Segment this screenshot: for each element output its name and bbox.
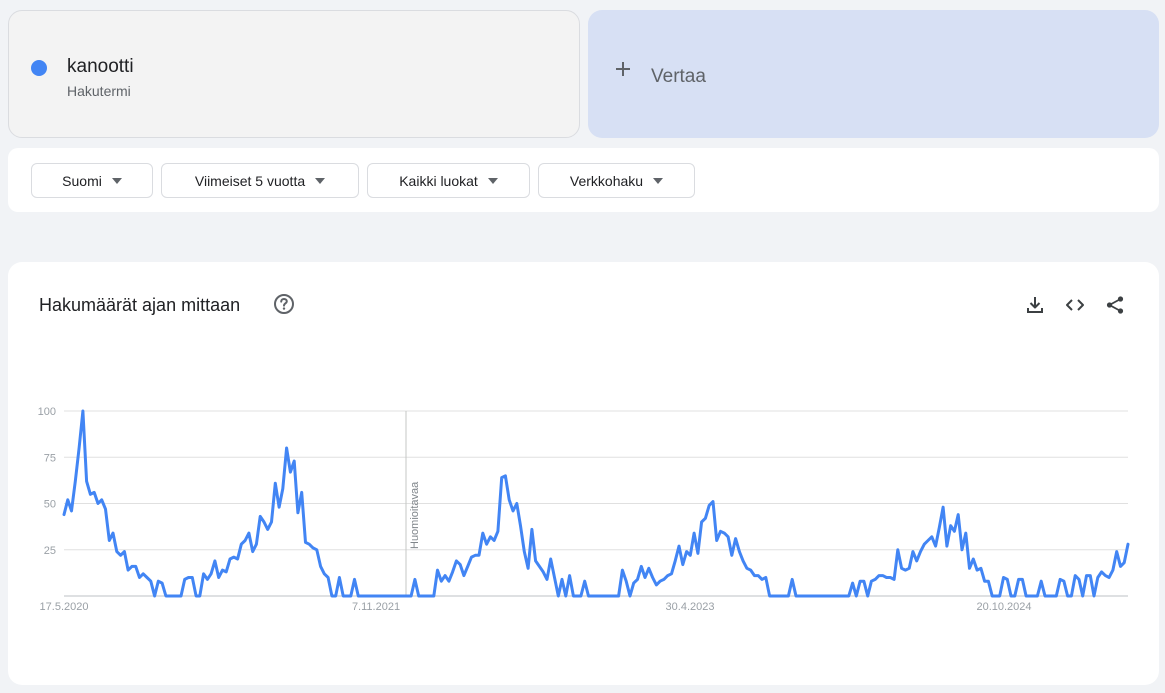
compare-label: Vertaa	[651, 66, 706, 87]
trend-line-chart: 25 50 75 100 17.5.2020 7.11.2021 30.4.2023 20.1…	[38, 406, 1130, 613]
filter-search-type-label: Verkkohaku	[569, 172, 644, 189]
filter-region-dropdown[interactable]: Suomi	[31, 163, 153, 198]
filter-time-range-dropdown[interactable]: Viimeiset 5 vuotta	[161, 163, 359, 198]
filter-category-dropdown[interactable]: Kaikki luokat	[367, 163, 530, 198]
chevron-down-icon	[111, 177, 122, 184]
compare-button[interactable]: Vertaa	[588, 10, 1159, 138]
interest-over-time-card: Hakumäärät ajan mittaan 25 50 75 100 17.5.20…	[8, 262, 1159, 685]
filter-time-range-label: Viimeiset 5 vuotta	[194, 172, 306, 189]
filter-region-label: Suomi	[62, 172, 102, 189]
plus-icon	[616, 62, 630, 76]
x-tick-label: 7.11.2021	[352, 601, 400, 613]
x-tick-label: 17.5.2020	[40, 601, 89, 613]
filters-bar: Suomi Viimeiset 5 vuotta Kaikki luokat V…	[8, 148, 1159, 212]
annotation-label: Huomioitavaa	[409, 481, 421, 549]
filter-category-label: Kaikki luokat	[399, 172, 478, 189]
y-tick-label: 75	[44, 452, 56, 464]
filter-search-type-dropdown[interactable]: Verkkohaku	[538, 163, 695, 198]
x-tick-label: 30.4.2023	[666, 601, 715, 613]
chevron-down-icon	[487, 177, 498, 184]
series-color-dot	[31, 60, 47, 76]
chevron-down-icon	[315, 177, 326, 184]
x-tick-label: 20.10.2024	[976, 601, 1031, 613]
chevron-down-icon	[653, 177, 664, 184]
search-term-card[interactable]: kanootti Hakutermi	[8, 10, 580, 138]
search-term-type: Hakutermi	[67, 83, 131, 99]
y-tick-label: 100	[38, 406, 56, 418]
search-term-name: kanootti	[67, 56, 134, 77]
y-tick-label: 50	[44, 499, 56, 511]
y-tick-label: 25	[44, 545, 56, 557]
